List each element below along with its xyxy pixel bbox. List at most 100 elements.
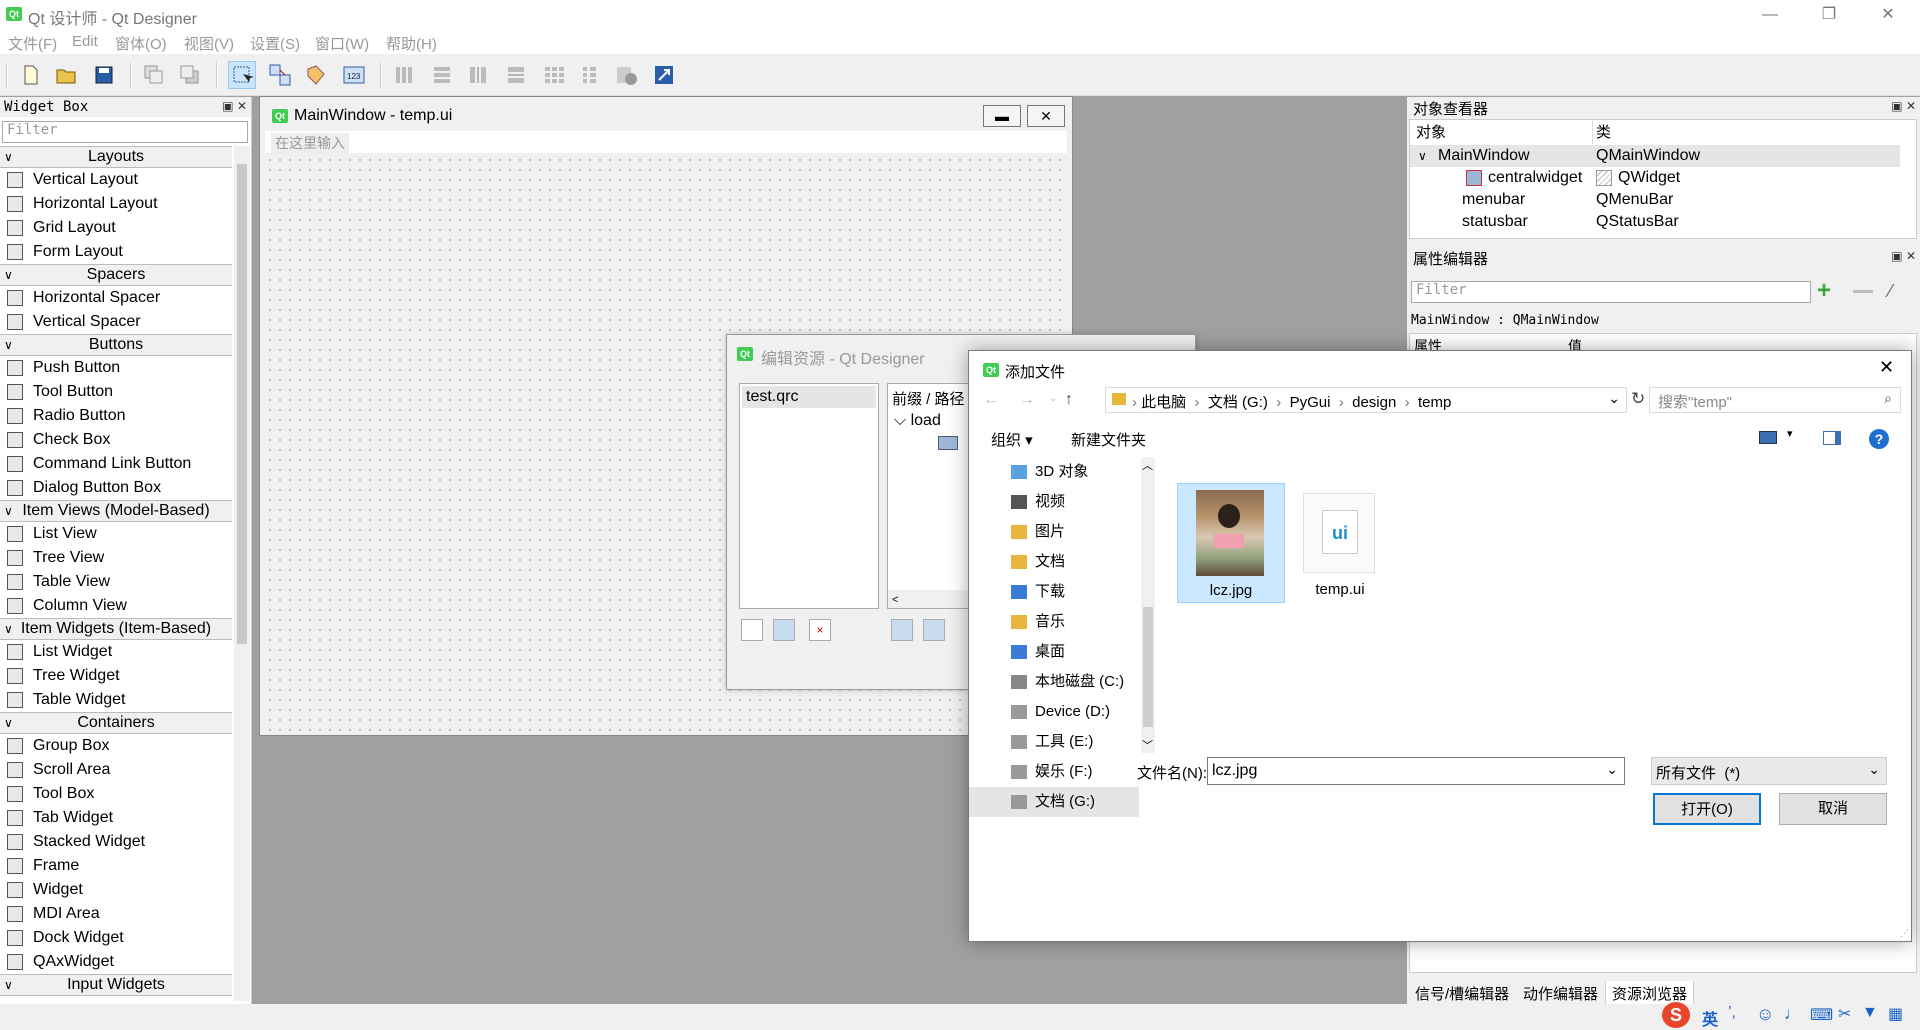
menu-settings[interactable]: 设置(S) <box>250 33 300 54</box>
col-class-header[interactable]: 类 <box>1596 122 1611 144</box>
widget-item[interactable]: List View <box>0 522 232 546</box>
category-header[interactable]: ∨ Input Widgets <box>0 974 232 996</box>
layout-grid-icon[interactable] <box>540 61 568 89</box>
widget-item[interactable]: Tab Widget <box>0 806 232 830</box>
scrollbar-thumb[interactable] <box>1143 607 1153 727</box>
new-file-icon[interactable] <box>16 61 44 89</box>
chevron-down-icon[interactable]: ﹀ <box>1142 737 1153 753</box>
form-minimize-button[interactable]: ▬ <box>983 105 1021 127</box>
view-mode-icon[interactable] <box>1759 431 1777 444</box>
widget-item[interactable]: Table Widget <box>0 688 232 712</box>
sogou-logo-icon[interactable]: S <box>1662 1002 1690 1028</box>
restore-button[interactable]: ❐ <box>1806 2 1852 28</box>
skin-icon[interactable]: ✂ <box>1838 1004 1851 1024</box>
remove-property-icon[interactable] <box>1853 290 1873 293</box>
menu-edit[interactable]: Edit <box>72 33 98 50</box>
widget-item[interactable]: Command Link Button <box>0 452 232 476</box>
scrollbar-thumb[interactable] <box>237 164 247 644</box>
col-object-header[interactable]: 对象 <box>1416 122 1446 144</box>
dialog-close-icon[interactable]: ✕ <box>1879 357 1894 378</box>
widget-item[interactable]: Vertical Layout <box>0 168 232 192</box>
edit-tab-order-icon[interactable]: 123 <box>340 61 368 89</box>
edit-signals-icon[interactable] <box>266 61 294 89</box>
tree-row-name[interactable]: menubar <box>1462 189 1525 211</box>
add-property-icon[interactable]: + <box>1817 279 1831 303</box>
chevron-down-icon[interactable]: ∨ <box>1418 145 1427 167</box>
widget-item[interactable]: Frame <box>0 854 232 878</box>
widget-item[interactable]: Grid Layout <box>0 216 232 240</box>
widget-item[interactable]: Widget <box>0 878 232 902</box>
nav-item[interactable]: 下载 <box>969 577 1139 607</box>
widget-item[interactable]: List Widget <box>0 640 232 664</box>
ime-toolbar[interactable]: S <box>1662 1000 1694 1030</box>
category-header[interactable]: ∨ Item Views (Model-Based) <box>0 500 232 522</box>
organize-button[interactable]: 组织 ▾ <box>991 429 1033 450</box>
tree-row-name[interactable]: statusbar <box>1462 211 1528 233</box>
chevron-down-icon[interactable]: ⌄ <box>1868 761 1880 778</box>
widget-item[interactable]: Tool Box <box>0 782 232 806</box>
widget-item[interactable]: MDI Area <box>0 902 232 926</box>
tree-row-name[interactable]: MainWindow <box>1438 145 1530 167</box>
widget-filter-input[interactable]: Filter <box>2 121 248 143</box>
form-menubar[interactable]: 在这里输入 <box>265 131 1067 153</box>
crumb-design[interactable]: design <box>1352 394 1396 411</box>
ime-lang[interactable]: 英 <box>1702 1006 1718 1030</box>
widget-item[interactable]: Tool Button <box>0 380 232 404</box>
open-button[interactable]: 打开(O) <box>1653 793 1761 825</box>
punctuation-icon[interactable]: ’, <box>1728 1004 1736 1022</box>
up-arrow-icon[interactable]: ↑ <box>1065 391 1073 409</box>
widget-item[interactable]: QAxWidget <box>0 950 232 974</box>
nav-item[interactable]: 3D 对象 <box>969 457 1139 487</box>
chevron-down-icon[interactable]: ∨ <box>4 335 13 355</box>
menu-form[interactable]: 窗体(O) <box>115 33 167 54</box>
open-qrc-icon[interactable] <box>773 619 795 641</box>
chevron-down-icon[interactable]: ∨ <box>4 265 13 285</box>
property-filter-input[interactable]: Filter <box>1411 281 1811 303</box>
keyboard-icon[interactable]: ⌨ <box>1810 1005 1833 1025</box>
widget-item[interactable]: Radio Button <box>0 404 232 428</box>
break-layout-icon[interactable] <box>612 61 640 89</box>
nav-item[interactable]: 文档 (G:) <box>969 787 1139 817</box>
dock-float-close-icon[interactable]: ▣ ✕ <box>1891 99 1916 113</box>
chevron-down-icon[interactable]: ∨ <box>4 147 13 167</box>
tab-signal-slot[interactable]: 信号/槽编辑器 <box>1415 983 1509 1004</box>
edit-widgets-icon[interactable] <box>228 61 256 89</box>
forward-arrow-icon[interactable]: → <box>1019 391 1035 409</box>
qrc-list[interactable]: test.qrc <box>739 383 879 609</box>
widget-item[interactable]: Scroll Area <box>0 758 232 782</box>
crumb-drive-g[interactable]: 文档 (G:) <box>1208 394 1268 411</box>
save-icon[interactable] <box>90 61 118 89</box>
image-file-icon[interactable] <box>938 436 958 450</box>
widget-item[interactable]: Dialog Button Box <box>0 476 232 500</box>
configure-icon[interactable]: ⁄ <box>1889 281 1892 302</box>
shirt-icon[interactable]: ▼ <box>1862 1004 1878 1022</box>
widget-item[interactable]: Vertical Spacer <box>0 310 232 334</box>
widget-item[interactable]: Tree View <box>0 546 232 570</box>
layout-form-icon[interactable] <box>576 61 604 89</box>
refresh-icon[interactable]: ↻ <box>1631 389 1645 409</box>
chevron-down-icon[interactable]: ∨ <box>4 501 13 521</box>
remove-qrc-icon[interactable]: × <box>809 619 831 641</box>
microphone-icon[interactable]: ♩ <box>1784 1004 1801 1024</box>
crumb-temp[interactable]: temp <box>1418 394 1451 411</box>
widget-item[interactable]: Horizontal Spacer <box>0 286 232 310</box>
category-header[interactable]: ∨ Containers <box>0 712 232 734</box>
file-type-select[interactable]: 所有文件 (*) ⌄ <box>1651 757 1887 785</box>
add-prefix-icon[interactable] <box>891 619 913 641</box>
filename-input[interactable]: lcz.jpg ⌄ <box>1207 757 1625 785</box>
menu-placeholder[interactable]: 在这里输入 <box>271 133 349 153</box>
file-item-lcz[interactable]: lcz.jpg <box>1177 483 1285 603</box>
back-arrow-icon[interactable]: ← <box>983 391 999 409</box>
widget-item[interactable]: Check Box <box>0 428 232 452</box>
widget-item[interactable]: Group Box <box>0 734 232 758</box>
widget-item[interactable]: Push Button <box>0 356 232 380</box>
menu-window[interactable]: 窗口(W) <box>315 33 369 54</box>
adjust-size-icon[interactable] <box>650 61 678 89</box>
widget-list-scrollbar[interactable] <box>234 146 250 1001</box>
nav-item[interactable]: Device (D:) <box>969 697 1139 727</box>
tab-action-editor[interactable]: 动作编辑器 <box>1523 983 1598 1004</box>
menu-help[interactable]: 帮助(H) <box>386 33 437 54</box>
widget-item[interactable]: Form Layout <box>0 240 232 264</box>
cancel-button[interactable]: 取消 <box>1779 793 1887 825</box>
address-bar[interactable]: › 此电脑 › 文档 (G:) › PyGui › design › temp … <box>1105 387 1627 413</box>
